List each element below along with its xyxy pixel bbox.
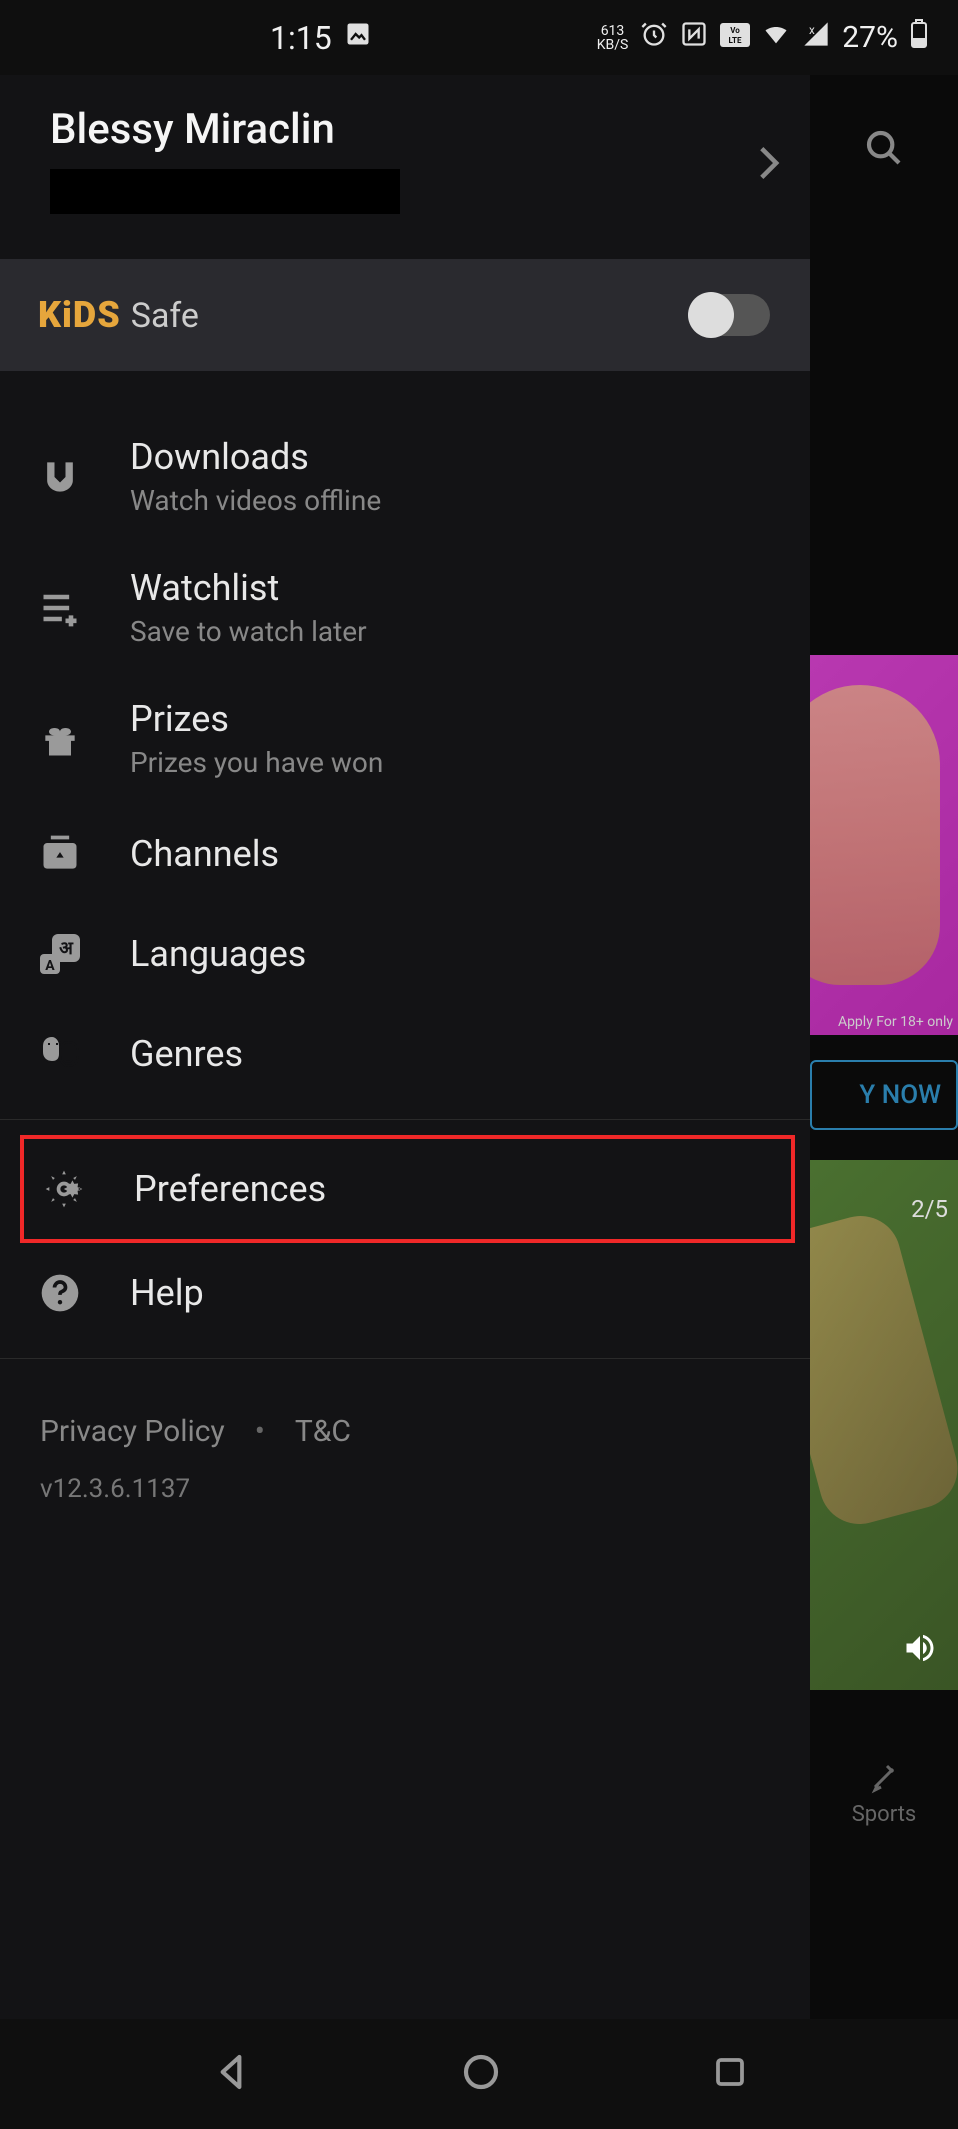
- menu-title: Help: [130, 1272, 204, 1314]
- wifi-icon: [762, 20, 790, 55]
- promo-card-1[interactable]: Apply For 18+ only: [810, 655, 958, 1035]
- svg-text:Vo: Vo: [731, 26, 741, 35]
- status-bar: 1:15 613 KB/S VoLTE x 27%: [0, 0, 958, 75]
- image-icon: [344, 20, 372, 55]
- menu-text: Help: [130, 1272, 204, 1314]
- help-icon: [35, 1268, 85, 1318]
- menu-title: Downloads: [130, 436, 381, 478]
- menu-item-genres[interactable]: Genres: [0, 1004, 810, 1104]
- sports-tab[interactable]: Sports: [810, 1740, 958, 1847]
- status-right: 613 KB/S VoLTE x 27%: [597, 19, 928, 56]
- kids-logo: KiDS: [38, 294, 121, 336]
- profile-sub-redacted: [50, 169, 400, 214]
- signal-icon: x: [802, 20, 830, 55]
- profile-section[interactable]: Blessy Miraclin: [0, 75, 810, 259]
- search-section: [810, 75, 958, 225]
- menu-text: Genres: [130, 1033, 243, 1075]
- menu-item-help[interactable]: Help: [0, 1243, 810, 1343]
- volume-icon[interactable]: [902, 1630, 938, 1670]
- kids-safe-toggle[interactable]: [690, 294, 770, 336]
- navigation-drawer: Blessy Miraclin KiDS Safe: [0, 75, 810, 2019]
- system-nav-bar: [0, 2019, 958, 2129]
- kbs-label: KB/S: [597, 38, 629, 52]
- apply-text: Apply For 18+ only: [838, 1014, 953, 1030]
- prizes-icon: [35, 714, 85, 764]
- menu-title: Genres: [130, 1033, 243, 1075]
- menu-text: Prizes Prizes you have won: [130, 698, 383, 779]
- menu-text: Languages: [130, 933, 306, 975]
- gear-icon: [39, 1164, 89, 1214]
- menu-item-prizes[interactable]: Prizes Prizes you have won: [0, 673, 810, 804]
- footer-row: Privacy Policy • T&C: [40, 1414, 770, 1449]
- main-content: Blessy Miraclin KiDS Safe: [0, 75, 958, 2019]
- volte-icon: VoLTE: [720, 21, 750, 54]
- privacy-link[interactable]: Privacy Policy: [40, 1414, 225, 1449]
- divider: [0, 1119, 810, 1120]
- channels-icon: [35, 829, 85, 879]
- right-content-area: Apply For 18+ only Y NOW 2/5 Sports: [810, 75, 958, 2019]
- kbs-value: 613: [597, 24, 629, 38]
- watchlist-icon: [35, 583, 85, 633]
- menu-item-watchlist[interactable]: Watchlist Save to watch later: [0, 542, 810, 673]
- nav-back-icon[interactable]: [211, 2052, 251, 2096]
- nav-recent-icon[interactable]: [712, 2054, 748, 2094]
- menu-item-channels[interactable]: Channels: [0, 804, 810, 904]
- battery-percent: 27%: [842, 20, 898, 55]
- svg-text:LTE: LTE: [729, 36, 742, 45]
- search-icon[interactable]: [864, 128, 904, 172]
- menu-list: Downloads Watch videos offline Watchlist…: [0, 371, 810, 1544]
- menu-text: Downloads Watch videos offline: [130, 436, 381, 517]
- svg-text:x: x: [809, 23, 815, 37]
- menu-item-downloads[interactable]: Downloads Watch videos offline: [0, 411, 810, 542]
- download-icon: [35, 452, 85, 502]
- menu-text: Channels: [130, 833, 279, 875]
- alarm-icon: [640, 20, 668, 55]
- terms-link[interactable]: T&C: [295, 1414, 351, 1449]
- play-now-button[interactable]: Y NOW: [810, 1060, 958, 1130]
- nav-home-icon[interactable]: [461, 2052, 501, 2096]
- network-speed: 613 KB/S: [597, 24, 629, 52]
- menu-item-languages[interactable]: अA Languages: [0, 904, 810, 1004]
- nfc-icon: [680, 20, 708, 55]
- menu-text: Preferences: [134, 1168, 326, 1210]
- menu-subtitle: Save to watch later: [130, 615, 367, 648]
- sports-label: Sports: [810, 1802, 958, 1827]
- svg-text:A: A: [45, 958, 55, 974]
- face-illustration: [810, 685, 940, 985]
- menu-title: Prizes: [130, 698, 383, 740]
- kids-safe-section: KiDS Safe: [0, 259, 810, 371]
- menu-item-preferences[interactable]: Preferences: [20, 1135, 795, 1243]
- promo-card-2[interactable]: 2/5: [810, 1160, 958, 1690]
- languages-icon: अA: [35, 929, 85, 979]
- version-label: v12.3.6.1137: [40, 1474, 770, 1504]
- kids-safe-label: KiDS Safe: [38, 294, 199, 336]
- menu-title: Channels: [130, 833, 279, 875]
- menu-title: Languages: [130, 933, 306, 975]
- toggle-knob: [688, 292, 734, 338]
- animation-illustration: [810, 1207, 958, 1533]
- svg-text:अ: अ: [59, 938, 74, 959]
- menu-subtitle: Prizes you have won: [130, 746, 383, 779]
- status-time: 1:15: [270, 19, 332, 57]
- safe-text: Safe: [131, 296, 199, 336]
- menu-subtitle: Watch videos offline: [130, 484, 381, 517]
- menu-title: Watchlist: [130, 567, 367, 609]
- menu-text: Watchlist Save to watch later: [130, 567, 367, 648]
- footer-links: Privacy Policy • T&C v12.3.6.1137: [0, 1374, 810, 1544]
- profile-name: Blessy Miraclin: [50, 105, 400, 154]
- carousel-count: 2/5: [911, 1195, 948, 1223]
- genres-icon: [35, 1029, 85, 1079]
- content-area: Apply For 18+ only Y NOW 2/5 Sports: [810, 225, 958, 2019]
- dot-separator: •: [255, 1414, 265, 1449]
- divider: [0, 1358, 810, 1359]
- profile-info: Blessy Miraclin: [50, 105, 400, 214]
- menu-title: Preferences: [134, 1168, 326, 1210]
- chevron-right-icon[interactable]: [758, 145, 780, 185]
- battery-icon: [910, 19, 928, 56]
- status-left: 1:15: [270, 19, 372, 57]
